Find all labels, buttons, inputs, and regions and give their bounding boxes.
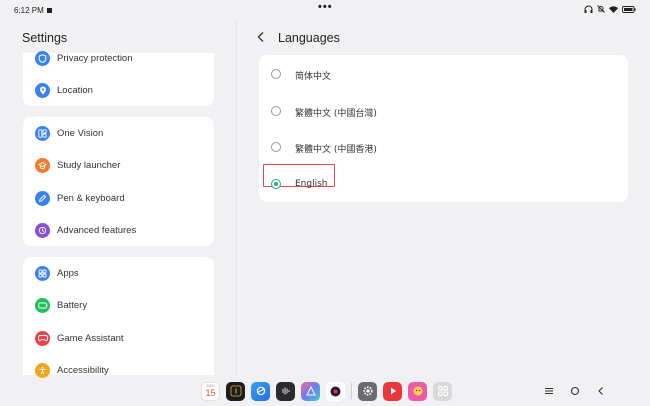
settings-title: Settings <box>22 31 68 45</box>
page-title: Languages <box>278 31 340 45</box>
camera-icon <box>230 385 241 397</box>
status-time-text: 6:12 PM <box>14 6 44 15</box>
settings-item-label: One Vision <box>57 127 104 139</box>
voice-icon <box>282 387 289 395</box>
languages-pane: Languages 简体中文 繁體中文 (中國台灣) 繁體中文 (中國香港) E… <box>237 20 650 375</box>
language-option-simplified-chinese[interactable]: 简体中文 <box>259 59 628 89</box>
assistant-face-icon <box>413 386 422 396</box>
back-button[interactable] <box>254 30 268 44</box>
settings-item-apps[interactable]: Apps <box>23 262 214 284</box>
gallery-icon <box>305 385 316 396</box>
settings-item-pen-keyboard[interactable]: Pen & keyboard <box>23 187 214 209</box>
settings-group-3: Apps Battery Game Assistant Accessibilit… <box>23 257 214 378</box>
settings-item-location[interactable]: Location <box>23 79 214 101</box>
language-label: English <box>295 179 328 189</box>
camera-app[interactable] <box>226 381 245 401</box>
dock-separator <box>351 383 352 399</box>
home-button[interactable] <box>567 383 583 399</box>
nav-back-button[interactable] <box>593 383 609 399</box>
radio-button[interactable] <box>271 142 281 152</box>
status-time: 6:12 PM <box>14 6 52 15</box>
settings-item-label: Apps <box>57 267 79 279</box>
settings-item-label: Location <box>57 84 93 96</box>
browser-app[interactable] <box>251 381 270 401</box>
do-not-disturb-icon <box>597 5 605 13</box>
video-app[interactable] <box>383 381 402 401</box>
advanced-features-icon <box>35 222 50 238</box>
status-icons <box>584 5 636 13</box>
location-pin-icon <box>35 82 50 98</box>
pen-icon <box>35 190 50 206</box>
battery-status-icon <box>622 5 636 13</box>
settings-item-label: Battery <box>57 299 88 311</box>
settings-item-label: Accessibility <box>57 364 109 376</box>
app-grid[interactable] <box>433 381 452 401</box>
voice-app[interactable] <box>276 381 295 401</box>
settings-item-label: Privacy protection <box>57 52 133 64</box>
apps-icon <box>35 265 50 281</box>
menu-icon <box>545 388 553 394</box>
shield-icon <box>35 50 50 66</box>
settings-group-1: Privacy protection Location <box>23 50 214 106</box>
status-dots[interactable]: ••• <box>318 1 333 13</box>
settings-item-study-launcher[interactable]: Study launcher <box>23 154 214 176</box>
settings-pane: Settings Privacy protection Location One… <box>0 20 236 378</box>
calendar-app[interactable]: WED 15 <box>201 381 220 401</box>
one-vision-icon <box>35 125 50 141</box>
music-icon <box>330 386 341 396</box>
settings-app[interactable] <box>358 381 377 401</box>
settings-item-label: Pen & keyboard <box>57 192 125 204</box>
battery-icon <box>35 297 50 313</box>
settings-item-privacy-protection[interactable]: Privacy protection <box>23 47 214 69</box>
study-launcher-icon <box>35 157 50 173</box>
settings-item-game-assistant[interactable]: Game Assistant <box>23 327 214 349</box>
chevron-left-icon <box>257 32 264 42</box>
recent-apps-button[interactable] <box>541 383 557 399</box>
music-app[interactable] <box>326 381 345 401</box>
gallery-app[interactable] <box>301 381 320 401</box>
play-icon <box>390 387 396 395</box>
language-label: 繁體中文 (中國台灣) <box>295 109 377 119</box>
status-bar: 6:12 PM ••• <box>0 0 650 20</box>
settings-item-one-vision[interactable]: One Vision <box>23 122 214 144</box>
settings-group-2: One Vision Study launcher Pen & keyboard… <box>23 117 214 246</box>
home-circle-icon <box>570 386 580 396</box>
settings-item-label: Study launcher <box>57 159 121 171</box>
wifi-icon <box>609 5 618 13</box>
game-assistant-icon <box>35 330 50 346</box>
dock: WED 15 <box>201 380 458 402</box>
back-arrow-icon <box>598 387 603 395</box>
radio-button[interactable] <box>271 69 281 79</box>
language-list: 简体中文 繁體中文 (中國台灣) 繁體中文 (中國香港) English <box>259 55 628 202</box>
bottom-bar: WED 15 <box>0 375 650 406</box>
radio-button-selected[interactable] <box>271 179 281 189</box>
language-option-traditional-chinese-hongkong[interactable]: 繁體中文 (中國香港) <box>259 132 628 162</box>
radio-button[interactable] <box>271 106 281 116</box>
language-option-english[interactable]: English <box>259 164 628 199</box>
app-grid-icon <box>437 386 448 396</box>
language-label: 繁體中文 (中國香港) <box>295 145 377 155</box>
language-label: 简体中文 <box>295 72 332 82</box>
calendar-day: 15 <box>205 388 216 398</box>
settings-item-label: Game Assistant <box>57 332 124 344</box>
notification-icon <box>46 8 52 13</box>
assistant-app[interactable] <box>408 381 427 401</box>
browser-icon <box>256 386 265 396</box>
settings-item-label: Advanced features <box>57 224 137 236</box>
settings-item-battery[interactable]: Battery <box>23 294 214 316</box>
headphones-icon <box>584 5 593 13</box>
gear-icon <box>362 386 373 396</box>
settings-item-advanced-features[interactable]: Advanced features <box>23 219 214 241</box>
language-option-traditional-chinese-taiwan[interactable]: 繁體中文 (中國台灣) <box>259 96 628 126</box>
